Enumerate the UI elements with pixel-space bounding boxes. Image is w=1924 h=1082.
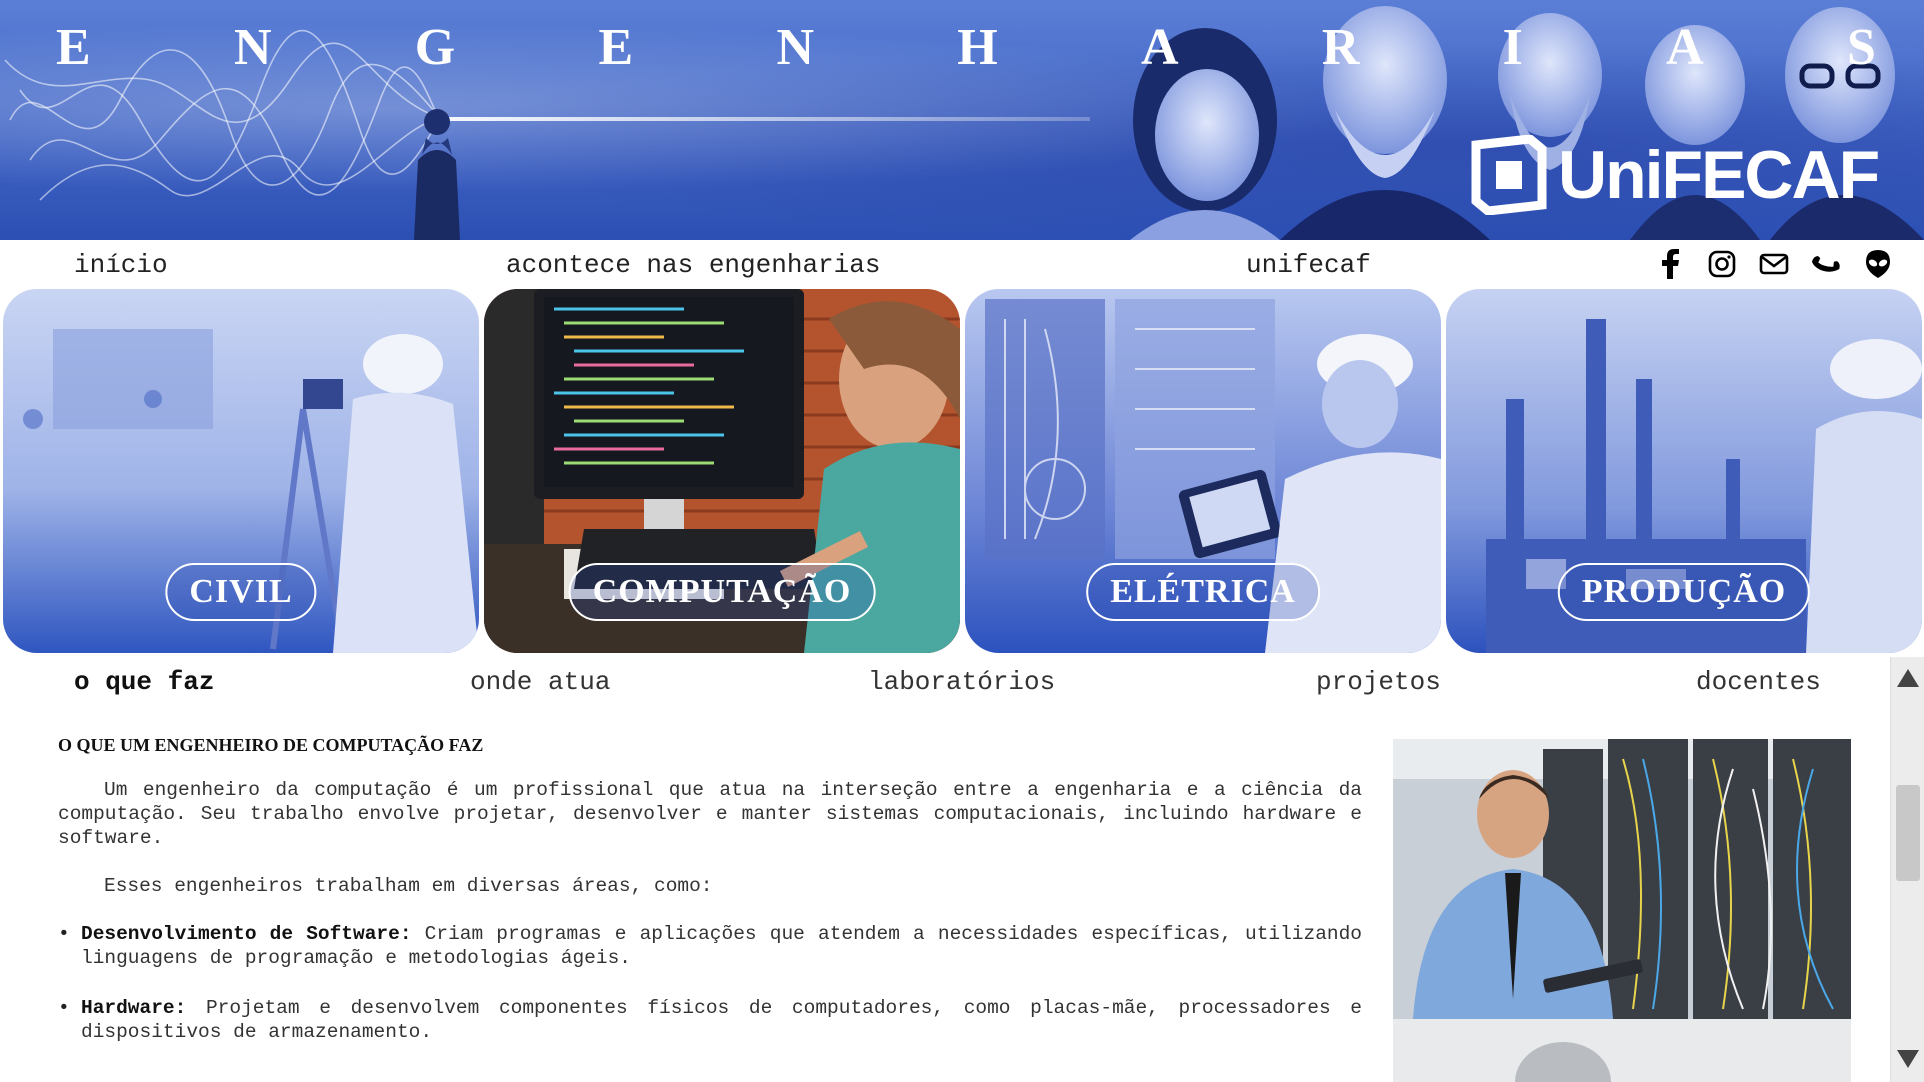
banner-letter: N: [776, 19, 815, 76]
banner-letter: R: [1321, 19, 1360, 76]
email-icon[interactable]: [1758, 248, 1790, 280]
banner-letter: A: [1141, 19, 1179, 76]
server-room-photo: [1393, 739, 1851, 1082]
banner-letter: A: [1666, 19, 1704, 76]
instagram-icon[interactable]: [1706, 248, 1738, 280]
scroll-down-icon[interactable]: [1897, 1050, 1919, 1068]
nav-acontece[interactable]: acontece nas engenharias: [506, 250, 880, 280]
tab-projetos[interactable]: projetos: [1316, 667, 1441, 697]
card-producao[interactable]: PRODUÇÃO: [1446, 289, 1922, 653]
vertical-scrollbar[interactable]: [1890, 657, 1924, 1082]
list-item: Desenvolvimento de Software: Criam progr…: [58, 922, 1362, 970]
banner-title: E N G E N H A R I A S: [56, 18, 1876, 77]
areas-paragraph: Esses engenheiros trabalham em diversas …: [104, 875, 713, 897]
card-computacao[interactable]: COMPUTAÇÃO: [484, 289, 960, 653]
list-item-term: Hardware:: [81, 997, 187, 1019]
areas-list: Desenvolvimento de Software: Criam progr…: [58, 922, 1362, 1044]
main-content: O QUE UM ENGENHEIRO DE COMPUTAÇÃO FAZ Um…: [58, 735, 1362, 1044]
banner-letter: I: [1502, 19, 1523, 76]
section-title: O QUE UM ENGENHEIRO DE COMPUTAÇÃO FAZ: [58, 735, 484, 755]
list-item-text: Projetam e desenvolvem componentes físic…: [81, 997, 1362, 1043]
banner-letter: N: [233, 19, 272, 76]
intro-paragraph: Um engenheiro da computação é um profiss…: [58, 779, 1362, 849]
tab-docentes[interactable]: docentes: [1696, 667, 1821, 697]
logo-text: UniFECAF: [1558, 137, 1880, 213]
light-beam: [440, 117, 1090, 121]
phone-icon[interactable]: [1810, 248, 1842, 280]
top-navigation: início acontece nas engenharias unifecaf: [0, 240, 1924, 288]
course-subtabs: o que faz onde atua laboratórios projeto…: [0, 663, 1890, 703]
woman-figure-image: [414, 109, 460, 240]
scroll-up-icon[interactable]: [1897, 669, 1919, 687]
tab-onde-atua[interactable]: onde atua: [470, 667, 610, 697]
social-links: [1654, 248, 1894, 280]
banner-letter: S: [1847, 19, 1876, 76]
banner-letter: H: [957, 19, 998, 76]
card-label: ELÉTRICA: [1086, 563, 1320, 621]
banner-letter: E: [598, 19, 634, 76]
logo-mark-icon: [1471, 135, 1547, 215]
scroll-thumb[interactable]: [1896, 785, 1920, 881]
alien-icon[interactable]: [1862, 248, 1894, 280]
header-banner: E N G E N H A R I A S UniFECAF: [0, 0, 1924, 240]
card-label: PRODUÇÃO: [1557, 563, 1811, 621]
unifecaf-logo[interactable]: UniFECAF: [1470, 135, 1880, 215]
banner-letter: G: [414, 19, 456, 76]
engineering-cards: CIVIL COMPUTAÇÃO ELÉTRICA PRODUÇÃO: [3, 289, 1924, 653]
nav-unifecaf[interactable]: unifecaf: [1246, 250, 1371, 280]
card-eletrica[interactable]: ELÉTRICA: [965, 289, 1441, 653]
banner-letter: E: [56, 19, 91, 76]
nav-inicio[interactable]: início: [74, 250, 168, 280]
list-item-term: Desenvolvimento de Software:: [81, 923, 412, 945]
card-label: CIVIL: [165, 563, 317, 621]
card-label: COMPUTAÇÃO: [568, 563, 876, 621]
card-civil[interactable]: CIVIL: [3, 289, 479, 653]
facebook-icon[interactable]: [1654, 248, 1686, 280]
tab-laboratorios[interactable]: laboratórios: [868, 667, 1055, 697]
tab-o-que-faz[interactable]: o que faz: [74, 667, 214, 697]
list-item: Hardware: Projetam e desenvolvem compone…: [58, 996, 1362, 1044]
